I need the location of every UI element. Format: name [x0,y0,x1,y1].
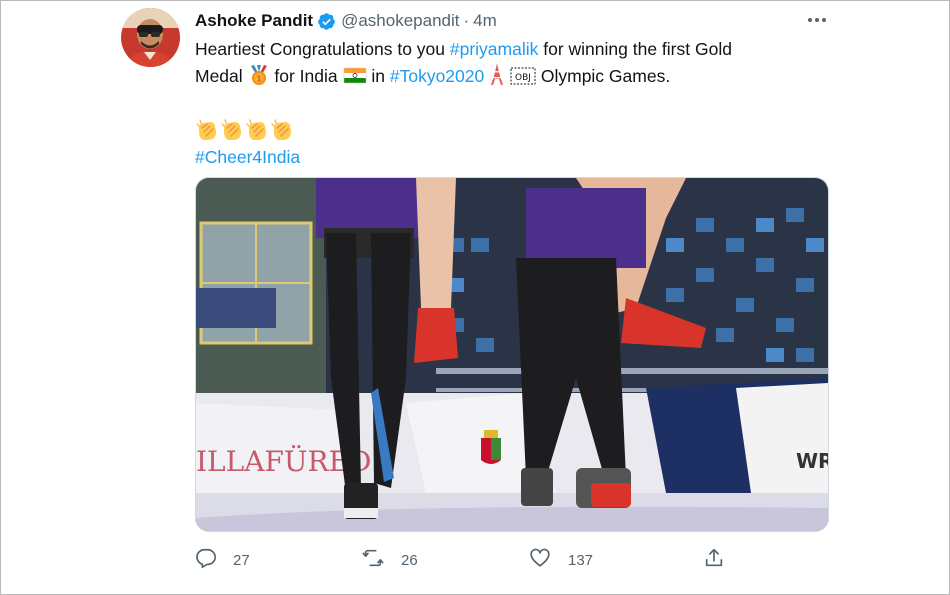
user-handle[interactable]: @ashokepandit [341,11,459,31]
tweet-header: Ashoke Pandit @ashokepandit · 4m [195,10,497,32]
medal-emoji-icon: 1 [248,64,270,93]
retweet-action[interactable]: 26 [361,548,418,572]
obj-glyph-text: OBJ [515,73,531,83]
reply-action[interactable]: 27 [195,548,250,572]
avatar-image [121,8,180,67]
india-flag-emoji-icon [343,66,367,93]
tweet-media-photo[interactable]: ILLAFÜRED WR [195,177,829,532]
text-segment: in [366,66,390,86]
retweet-count: 26 [401,551,418,569]
text-segment: for winning the first Gold [538,39,732,59]
reply-count: 27 [233,551,250,569]
priyamalik-hashtag-link[interactable]: #priyamalik [450,39,539,59]
text-segment: Heartiest Congratulations to you [195,39,450,59]
display-name[interactable]: Ashoke Pandit [195,11,313,31]
text-segment: for India [269,66,343,86]
clapping-emojis [195,118,835,145]
cheer4india-hashtag-link[interactable]: #Cheer4India [195,147,300,167]
like-count: 137 [568,551,594,569]
obj-placeholder-icon: OBJ [510,66,536,93]
share-action[interactable] [703,548,725,572]
reply-icon[interactable] [195,547,217,573]
more-options-icon[interactable] [803,8,831,32]
tweet-text-line-hashtag: #Cheer4India [195,145,835,170]
verified-badge-icon [317,12,336,31]
text-segment: Olympic Games. [536,66,671,86]
text-segment: Medal [195,66,248,86]
header-separator: · [463,11,470,30]
tokyo-tower-emoji-icon [489,62,505,93]
wrestling-arena-photo: ILLAFÜRED WR [196,178,828,531]
svg-text:1: 1 [256,75,262,84]
tweet-text-line-2: Medal 1 for India in #Tokyo2020 OBJ Olym… [195,62,835,93]
tweet-text-line-1: Heartiest Congratulations to you #priyam… [195,37,835,62]
heart-icon[interactable] [528,547,552,573]
tokyo2020-hashtag-link[interactable]: #Tokyo2020 [390,66,484,86]
tweet-text: Heartiest Congratulations to you #priyam… [195,37,835,170]
tweet-timestamp[interactable]: 4m [473,11,497,31]
avatar[interactable] [121,8,180,67]
like-action[interactable]: 137 [528,548,593,572]
share-icon[interactable] [703,547,725,573]
banner-right-text: WR [796,449,828,473]
retweet-icon[interactable] [361,547,385,573]
